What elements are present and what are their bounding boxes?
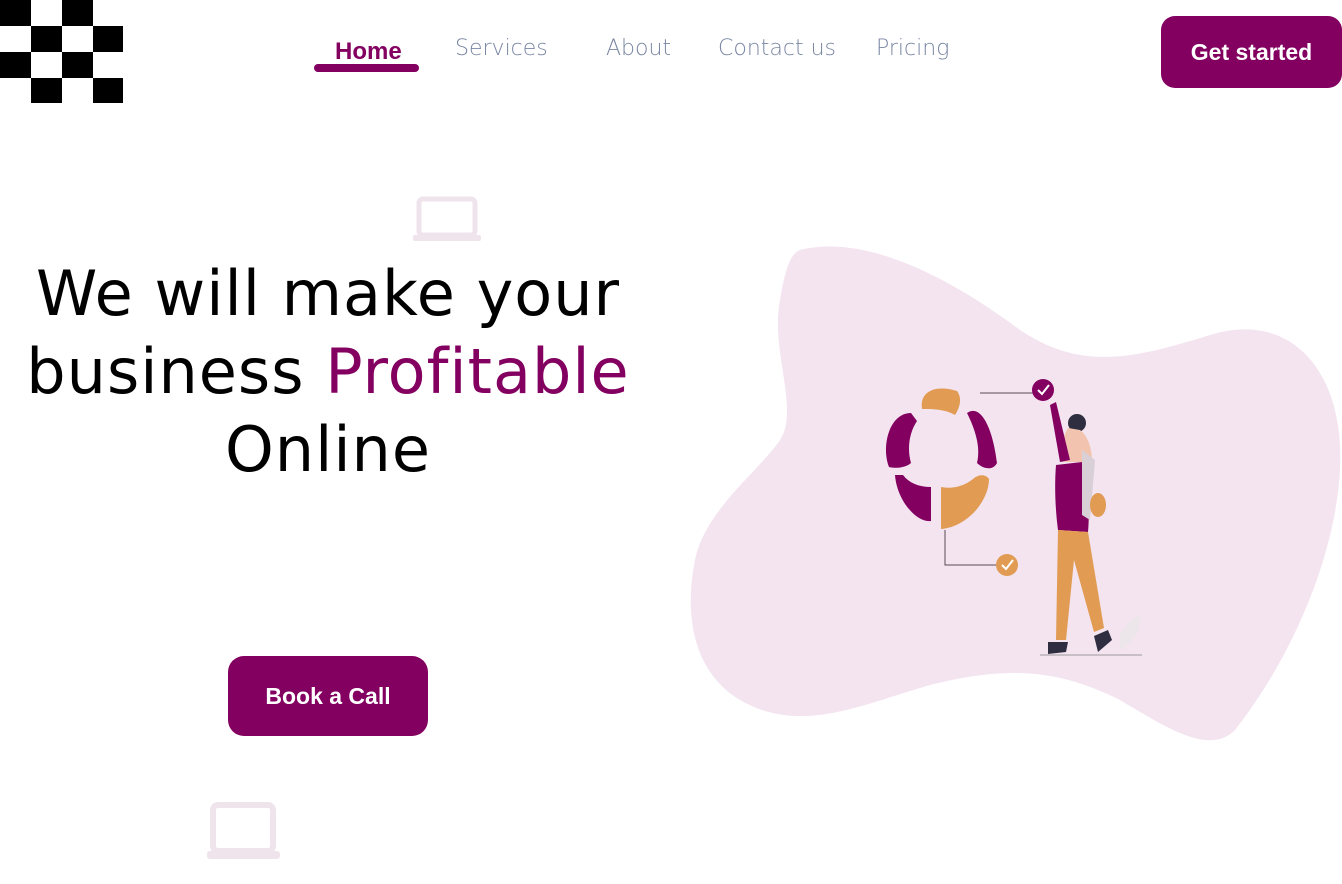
nav-about[interactable]: About <box>606 36 671 61</box>
nav-contact[interactable]: Contact us <box>718 36 836 61</box>
headline-line-2: business Profitable <box>0 333 656 411</box>
background-blob <box>690 246 1341 741</box>
active-nav-indicator <box>314 64 419 72</box>
laptop-icon <box>413 196 481 241</box>
book-call-button[interactable]: Book a Call <box>228 656 428 736</box>
headline-line-1: We will make your <box>36 257 620 330</box>
laptop-icon <box>207 802 280 859</box>
headline-business: business <box>26 335 305 408</box>
main-nav: Home Services About Contact us Pricing <box>0 0 1342 110</box>
nav-pricing[interactable]: Pricing <box>876 36 949 61</box>
headline-accent: Profitable <box>325 335 630 408</box>
get-started-button[interactable]: Get started <box>1161 16 1342 88</box>
nav-home[interactable]: Home <box>335 38 402 66</box>
person-with-chart-illustration <box>690 246 1341 741</box>
hero-headline: We will make your business Profitable On… <box>0 255 656 489</box>
headline-line-3: Online <box>225 413 431 486</box>
nav-services[interactable]: Services <box>455 36 548 61</box>
